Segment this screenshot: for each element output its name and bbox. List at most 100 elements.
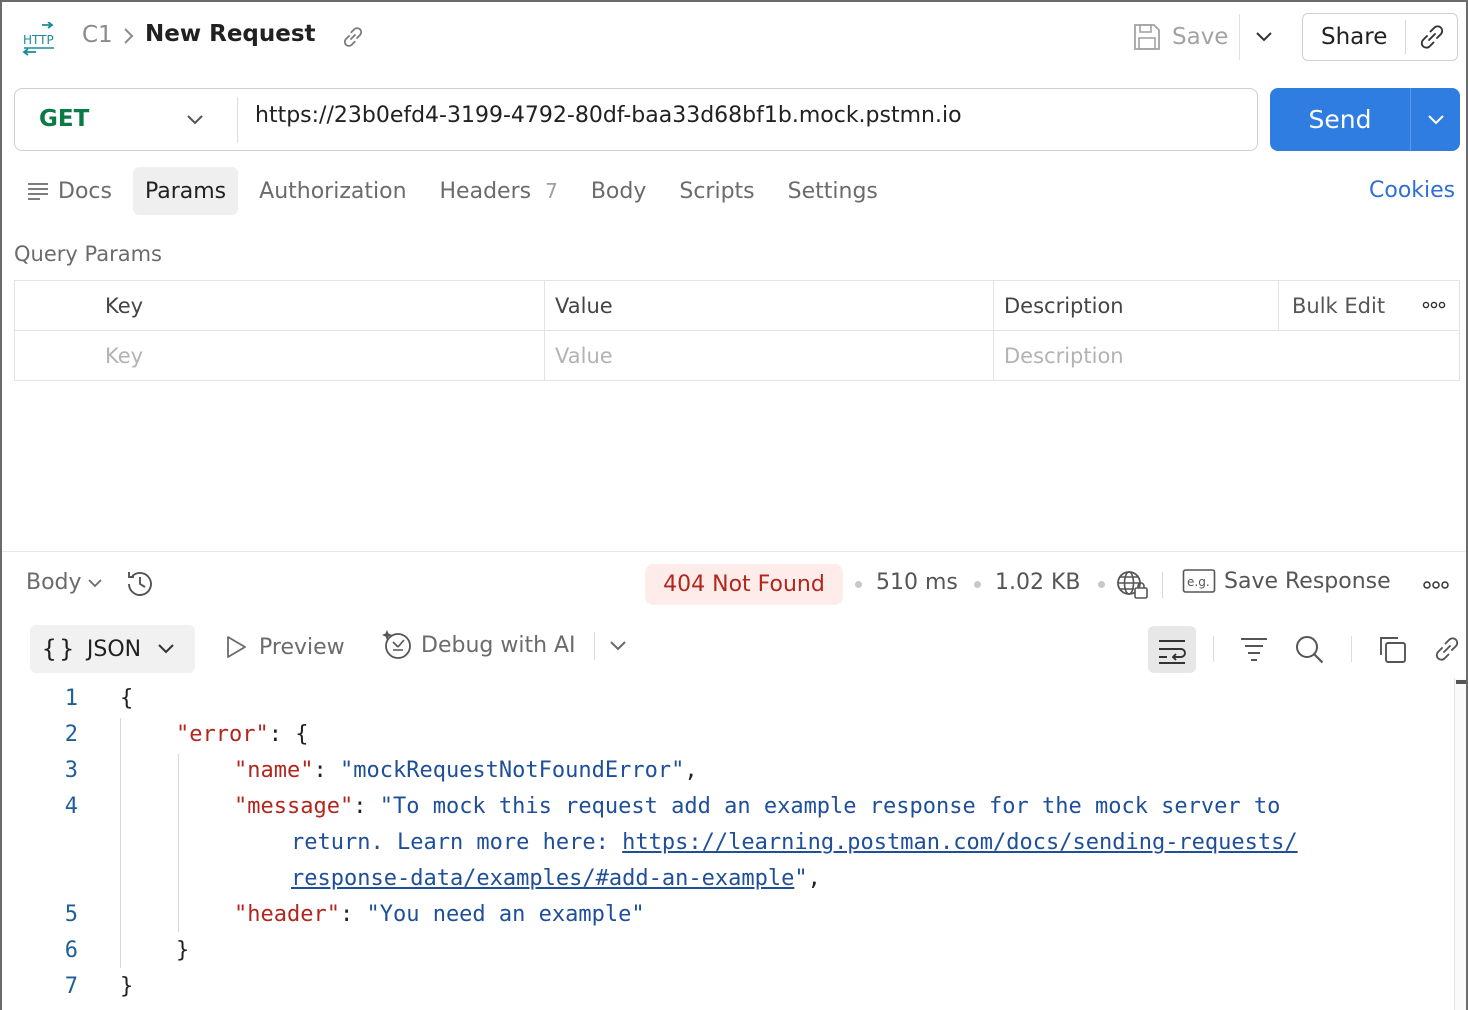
line-number: 3 — [64, 758, 78, 783]
table-header-row: Key Value Description Bulk Edit — [15, 281, 1459, 331]
method-select[interactable]: GET — [39, 106, 89, 132]
share-button[interactable]: Share — [1302, 13, 1458, 61]
code-line: "name": "mockRequestNotFoundError", — [234, 758, 698, 783]
more-options-icon[interactable] — [1421, 576, 1451, 594]
code-line: "header": "You need an example" — [234, 902, 645, 927]
column-header-key: Key — [105, 294, 144, 318]
response-time[interactable]: 510 ms — [876, 570, 958, 595]
column-divider — [993, 281, 994, 380]
tab-scripts-label: Scripts — [679, 178, 755, 204]
divider — [1410, 88, 1411, 151]
scrollbar-thumb[interactable] — [1456, 680, 1466, 684]
tab-authorization[interactable]: Authorization — [247, 167, 418, 215]
save-response-button[interactable]: e.g. Save Response — [1182, 568, 1391, 594]
divider — [1351, 636, 1352, 662]
tab-params-label: Params — [144, 178, 227, 204]
column-header-value: Value — [555, 294, 613, 318]
chevron-down-icon[interactable] — [1252, 26, 1276, 48]
tab-headers[interactable]: Headers 7 — [428, 167, 570, 215]
chevron-right-icon — [124, 28, 134, 44]
chevron-down-icon[interactable] — [183, 109, 207, 131]
wrap-lines-icon — [1159, 639, 1186, 664]
query-params-title: Query Params — [14, 242, 162, 266]
line-number: 7 — [64, 974, 78, 999]
scrollbar[interactable] — [1454, 678, 1466, 1010]
chevron-down-icon[interactable] — [1424, 109, 1448, 131]
chevron-down-icon — [158, 644, 174, 654]
wrap-lines-button[interactable] — [1148, 626, 1196, 673]
filter-icon[interactable] — [1238, 633, 1270, 665]
separator-dot — [1098, 581, 1105, 588]
tab-body[interactable]: Body — [579, 167, 659, 215]
response-body-tab[interactable]: Body — [26, 570, 104, 595]
network-globe-lock-icon[interactable] — [1115, 568, 1151, 600]
request-header: HTTP C1 New Request Save Share — [2, 2, 1466, 74]
docs-link[interactable]: response-data/examples/#add-an-example — [291, 866, 794, 891]
page-title[interactable]: New Request — [145, 21, 316, 47]
response-code-viewer[interactable]: 1 2 3 4 5 6 7 { "error": { "name": "mock… — [2, 682, 1454, 1010]
breadcrumb-collection[interactable]: C1 — [82, 22, 113, 48]
code-line: "message": "To mock this request add an … — [234, 794, 1281, 819]
url-input[interactable] — [255, 103, 1245, 128]
column-divider — [544, 281, 545, 380]
cookies-link[interactable]: Cookies — [1369, 178, 1455, 203]
tab-settings-label: Settings — [787, 178, 878, 204]
request-workspace: HTTP C1 New Request Save Share GET https… — [0, 0, 1468, 1010]
ai-sparkle-icon — [382, 630, 411, 659]
share-label: Share — [1321, 24, 1388, 50]
preview-label: Preview — [259, 634, 345, 660]
svg-text:HTTP: HTTP — [23, 33, 54, 47]
separator-dot — [974, 581, 981, 588]
divider — [1213, 636, 1214, 662]
debug-with-ai-button[interactable]: Debug with AI — [381, 628, 576, 662]
preview-button[interactable]: Preview — [224, 634, 345, 660]
copy-icon[interactable] — [1376, 633, 1408, 665]
url-bar: GET — [14, 88, 1258, 151]
tab-authorization-label: Authorization — [259, 178, 407, 204]
divider — [237, 97, 238, 143]
tab-docs-label: Docs — [58, 178, 112, 204]
floppy-disk-icon — [1134, 24, 1160, 50]
separator-dot — [855, 581, 862, 588]
bulk-edit-button[interactable]: Bulk Edit — [1292, 281, 1385, 331]
key-input[interactable]: Key — [105, 331, 143, 381]
debug-label: Debug with AI — [421, 632, 576, 658]
history-icon[interactable] — [124, 568, 156, 600]
link-icon[interactable] — [1431, 633, 1463, 665]
code-line: } — [120, 974, 134, 999]
search-icon[interactable] — [1293, 633, 1325, 665]
response-size[interactable]: 1.02 KB — [995, 570, 1081, 595]
headers-count: 7 — [545, 179, 558, 203]
line-number: 5 — [64, 902, 78, 927]
docs-icon — [28, 183, 48, 200]
panel-divider[interactable] — [2, 551, 1466, 552]
description-input[interactable]: Description — [1004, 331, 1124, 381]
query-params-table: Key Value Description Bulk Edit Key Valu… — [14, 280, 1460, 381]
status-badge[interactable]: 404 Not Found — [645, 564, 843, 605]
send-button[interactable]: Send — [1270, 88, 1460, 151]
play-icon — [227, 636, 246, 658]
docs-link[interactable]: https://learning.postman.com/docs/sendin… — [622, 830, 1298, 855]
format-select[interactable]: {} JSON — [30, 625, 195, 673]
save-response-label: Save Response — [1224, 568, 1391, 594]
save-button[interactable]: Save — [1132, 18, 1228, 56]
tab-docs[interactable]: Docs — [14, 167, 124, 215]
save-label: Save — [1172, 24, 1229, 50]
format-label: JSON — [86, 636, 142, 662]
chevron-down-icon[interactable] — [606, 635, 630, 657]
tab-scripts[interactable]: Scripts — [667, 167, 766, 215]
request-tabs: Docs Params Authorization Headers 7 Body… — [14, 167, 899, 215]
copy-link-icon[interactable] — [1417, 22, 1447, 52]
code-line: } — [176, 938, 190, 963]
value-input[interactable]: Value — [555, 331, 613, 381]
tab-settings[interactable]: Settings — [776, 167, 890, 215]
link-icon[interactable] — [340, 24, 366, 50]
code-line: response-data/examples/#add-an-example", — [291, 866, 821, 891]
divider — [594, 632, 595, 660]
tab-params[interactable]: Params — [132, 167, 239, 215]
more-options-icon[interactable] — [1421, 295, 1447, 315]
line-number: 2 — [64, 722, 78, 747]
code-line: { — [120, 686, 134, 711]
send-label: Send — [1308, 105, 1372, 134]
example-icon: e.g. — [1182, 569, 1216, 593]
